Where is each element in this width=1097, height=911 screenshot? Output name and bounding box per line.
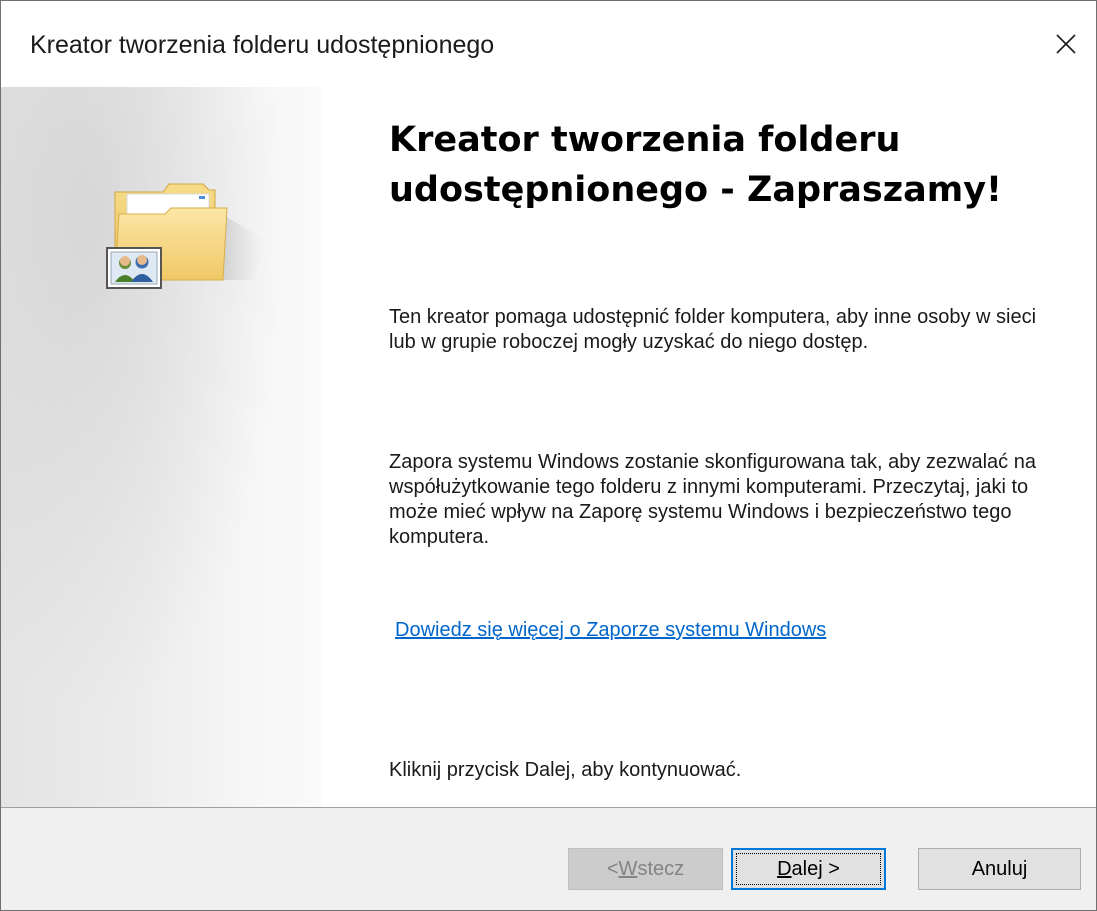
back-button-rest: stecz [637,857,685,880]
wizard-footer: < Wstecz Dalej > Anuluj [1,808,1096,910]
next-button-accel: D [777,857,792,880]
wizard-content: Kreator tworzenia folderu udostępnionego… [321,87,1096,807]
close-button[interactable] [1036,1,1096,87]
back-button-accel: W [618,857,638,880]
title-bar: Kreator tworzenia folderu udostępnionego [1,1,1096,87]
back-button-prefix: < [606,857,619,880]
window-title: Kreator tworzenia folderu udostępnionego [30,31,495,59]
wizard-heading: Kreator tworzenia folderu udostępnionego… [389,120,1002,210]
back-button[interactable]: < Wstecz [568,848,723,890]
firewall-paragraph: Zapora systemu Windows zostanie skonfigu… [389,451,1036,548]
close-icon [1056,34,1076,54]
cancel-button[interactable]: Anuluj [918,848,1081,890]
wizard-sidebar [1,87,321,807]
next-button[interactable]: Dalej > [731,848,886,890]
continue-hint: Kliknij przycisk Dalej, aby kontynuować. [389,759,742,781]
wizard-window: Kreator tworzenia folderu udostępnionego [0,0,1097,911]
firewall-info-link[interactable]: Dowiedz się więcej o Zaporze systemu Win… [395,619,826,642]
intro-paragraph: Ten kreator pomaga udostępnić folder kom… [389,306,1037,353]
shared-folder-icon [106,183,265,289]
next-button-rest: alej > [791,857,840,880]
cancel-button-label: Anuluj [971,857,1028,880]
